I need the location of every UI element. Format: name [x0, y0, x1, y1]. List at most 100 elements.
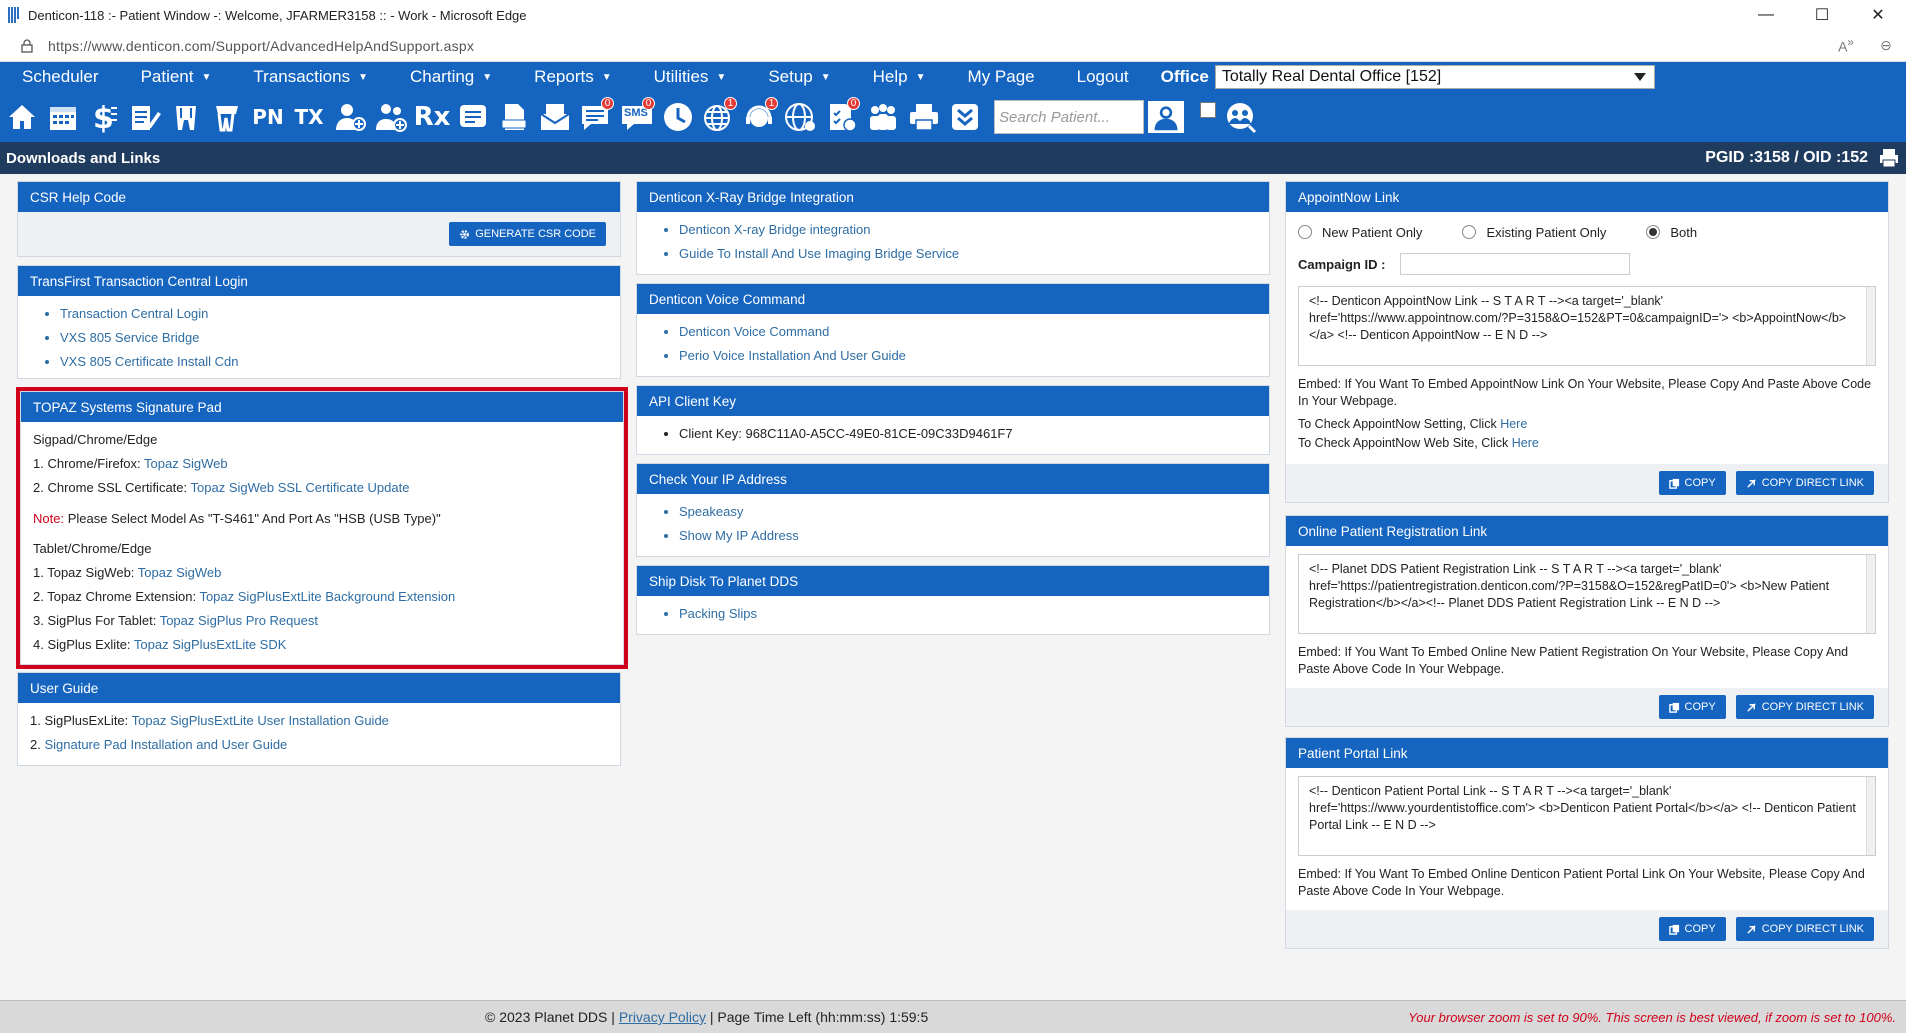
vxs-805-service-bridge-link[interactable]: VXS 805 Service Bridge: [60, 326, 608, 350]
privacy-policy-link[interactable]: Privacy Policy: [619, 1009, 706, 1025]
dollar-icon[interactable]: $: [86, 97, 122, 137]
appointnow-copy-direct-link-button[interactable]: COPY DIRECT LINK: [1735, 471, 1874, 495]
message-icon[interactable]: [455, 97, 491, 137]
url-text[interactable]: https://www.denticon.com/Support/Advance…: [48, 38, 1826, 54]
topaz-sigweb-tablet-link[interactable]: Topaz SigWeb: [138, 565, 222, 580]
office-select[interactable]: Totally Real Dental Office [152]: [1214, 65, 1655, 89]
notes-edit-icon[interactable]: [127, 97, 163, 137]
group-search-icon[interactable]: [1222, 97, 1258, 137]
perio-chart-icon[interactable]: [209, 97, 245, 137]
perio-voice-guide-link[interactable]: Perio Voice Installation And User Guide: [679, 344, 1257, 368]
link-icon: [1747, 924, 1756, 934]
nav-charting[interactable]: Charting ▼: [388, 62, 512, 92]
vxs-805-certificate-link[interactable]: VXS 805 Certificate Install Cdn: [60, 350, 608, 374]
minimize-button[interactable]: —: [1738, 0, 1794, 30]
treatment-plan-icon[interactable]: TX: [291, 97, 327, 137]
document-icon[interactable]: [496, 97, 532, 137]
read-aloud-icon[interactable]: A»: [1826, 36, 1866, 55]
home-icon[interactable]: [4, 97, 40, 137]
nav-scheduler[interactable]: Scheduler: [0, 62, 119, 92]
topaz-sigplus-pro-link[interactable]: Topaz SigPlus Pro Request: [160, 613, 318, 628]
sigplusextlite-guide-link[interactable]: Topaz SigPlusExtLite User Installation G…: [132, 713, 389, 728]
imaging-bridge-guide-link[interactable]: Guide To Install And Use Imaging Bridge …: [679, 242, 1257, 266]
topaz-sdk-link[interactable]: Topaz SigPlusExtLite SDK: [134, 637, 286, 652]
show-my-ip-link[interactable]: Show My IP Address: [679, 524, 1257, 548]
registration-copy-button[interactable]: COPY: [1658, 695, 1726, 719]
speakeasy-link[interactable]: Speakeasy: [679, 500, 1257, 524]
web-settings-icon[interactable]: [783, 97, 819, 137]
chat-badge: 0: [601, 97, 614, 110]
app-icon: [8, 7, 20, 23]
portal-copy-direct-link-button[interactable]: COPY DIRECT LINK: [1735, 917, 1874, 941]
topaz-t2-label: 2. Topaz Chrome Extension:: [33, 589, 200, 604]
registration-code-textarea[interactable]: <!-- Planet DDS Patient Registration Lin…: [1298, 554, 1876, 634]
pgid-oid-label: PGID :3158 / OID :152: [1705, 149, 1868, 166]
topaz-ssl-certificate-link[interactable]: Topaz SigWeb SSL Certificate Update: [191, 480, 410, 495]
registration-panel: Online Patient Registration Link <!-- Pl…: [1285, 515, 1889, 727]
topaz-section-tablet: Tablet/Chrome/Edge: [33, 541, 152, 556]
browser-titlebar: Denticon-118 :- Patient Window -: Welcom…: [0, 0, 1906, 30]
dropdown-arrow-icon: [1633, 73, 1646, 81]
topaz-sigweb-link[interactable]: Topaz SigWeb: [144, 456, 228, 471]
nav-my-page[interactable]: My Page: [946, 62, 1055, 92]
generate-csr-code-button[interactable]: GENERATE CSR CODE: [449, 222, 606, 246]
nav-reports[interactable]: Reports ▼: [512, 62, 631, 92]
nav-setup[interactable]: Setup ▼: [746, 62, 850, 92]
checklist-icon[interactable]: 0: [824, 97, 860, 137]
appointnow-embed-text: Embed: If You Want To Embed AppointNow L…: [1298, 377, 1872, 408]
search-patient-input[interactable]: Search Patient...: [994, 100, 1144, 134]
appointnow-code-textarea[interactable]: <!-- Denticon AppointNow Link -- S T A R…: [1298, 286, 1876, 366]
tooth-chart-icon[interactable]: [168, 97, 204, 137]
calendar-icon[interactable]: [45, 97, 81, 137]
signature-pad-guide-link[interactable]: Signature Pad Installation and User Guid…: [44, 737, 287, 752]
add-patient-icon[interactable]: [332, 97, 368, 137]
radio-new-patient[interactable]: New Patient Only: [1298, 225, 1422, 240]
radio-both[interactable]: Both: [1646, 225, 1697, 240]
nav-logout[interactable]: Logout: [1055, 62, 1149, 92]
packing-slips-link[interactable]: Packing Slips: [679, 602, 1257, 626]
xray-bridge-link[interactable]: Denticon X-ray Bridge integration: [679, 218, 1257, 242]
support-agent-icon[interactable]: 1: [742, 97, 778, 137]
appointnow-setting-here-link[interactable]: Here: [1500, 417, 1527, 431]
zoom-icon[interactable]: ⊖: [1866, 37, 1906, 54]
address-bar[interactable]: https://www.denticon.com/Support/Advance…: [0, 30, 1906, 62]
print-icon[interactable]: [1878, 147, 1900, 169]
maximize-button[interactable]: ☐: [1794, 0, 1850, 30]
portal-code-textarea[interactable]: <!-- Denticon Patient Portal Link -- S T…: [1298, 776, 1876, 856]
nav-utilities[interactable]: Utilities ▼: [632, 62, 747, 92]
close-button[interactable]: ✕: [1850, 0, 1906, 30]
page-header: Downloads and Links PGID :3158 / OID :15…: [0, 142, 1906, 174]
printer-icon[interactable]: [906, 97, 942, 137]
nav-transactions[interactable]: Transactions ▼: [231, 62, 388, 92]
prescription-icon[interactable]: Rx: [414, 97, 451, 137]
registration-copy-direct-link-button[interactable]: COPY DIRECT LINK: [1735, 695, 1874, 719]
chat-icon[interactable]: 0: [578, 97, 614, 137]
globe-alert-icon[interactable]: 1: [701, 97, 737, 137]
portal-copy-button[interactable]: COPY: [1658, 917, 1726, 941]
xray-panel: Denticon X-Ray Bridge Integration Dentic…: [636, 181, 1270, 275]
add-family-icon[interactable]: [373, 97, 409, 137]
patient-search-icon[interactable]: [1146, 99, 1186, 135]
collapse-down-icon[interactable]: [947, 97, 983, 137]
topaz-extension-link[interactable]: Topaz SigPlusExtLite Background Extensio…: [199, 589, 455, 604]
user-guide-panel: User Guide 1. SigPlusExLite: Topaz SigPl…: [17, 672, 621, 766]
topaz-t4-label: 4. SigPlus Exlite:: [33, 637, 134, 652]
toolbar-checkbox[interactable]: [1200, 102, 1216, 118]
check-setting-text: To Check AppointNow Setting, Click: [1298, 417, 1501, 431]
group-icon[interactable]: [865, 97, 901, 137]
appointnow-copy-button[interactable]: COPY: [1658, 471, 1726, 495]
appointnow-website-here-link[interactable]: Here: [1512, 436, 1539, 450]
mail-icon[interactable]: [537, 97, 573, 137]
transaction-central-login-link[interactable]: Transaction Central Login: [60, 302, 608, 326]
clock-icon[interactable]: [660, 97, 696, 137]
campaign-id-input[interactable]: [1400, 253, 1630, 275]
sms-icon[interactable]: SMS 0: [619, 97, 655, 137]
main-nav: Scheduler Patient ▼ Transactions ▼ Chartin…: [0, 62, 1906, 92]
xray-panel-title: Denticon X-Ray Bridge Integration: [637, 182, 1269, 212]
copyright-text: © 2023 Planet DDS |: [485, 1009, 619, 1025]
nav-help[interactable]: Help ▼: [851, 62, 946, 92]
progress-notes-icon[interactable]: PN: [250, 97, 286, 137]
nav-patient[interactable]: Patient ▼: [119, 62, 232, 92]
radio-existing-patient[interactable]: Existing Patient Only: [1462, 225, 1606, 240]
voice-command-link[interactable]: Denticon Voice Command: [679, 320, 1257, 344]
